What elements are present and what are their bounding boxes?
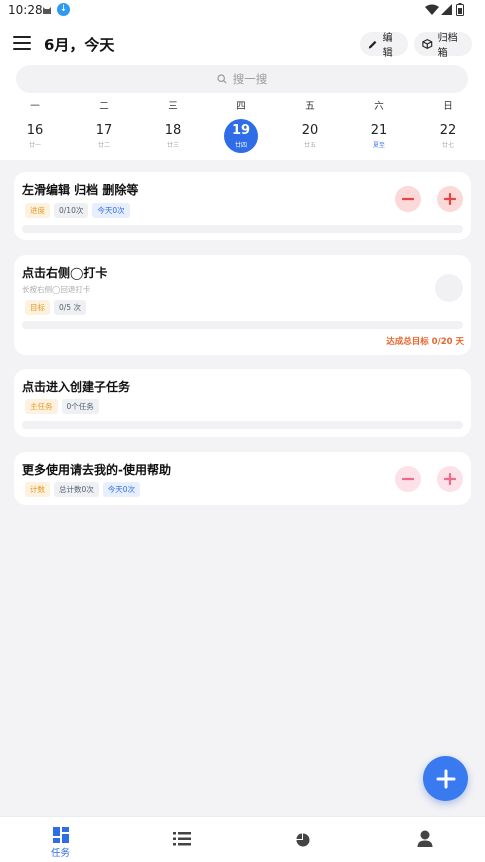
archive-label: 归档箱 (437, 33, 458, 59)
bottom-nav: 任务 (0, 816, 485, 862)
increment-button[interactable] (437, 186, 463, 212)
task-tags: 计数 总计数0次 今天0次 (25, 482, 141, 497)
progress-bar (22, 321, 463, 329)
task-tag: 目标 (25, 300, 50, 315)
task-title: 更多使用请去我的-使用帮助 (22, 463, 171, 477)
weekday-label: 四 (236, 101, 246, 112)
task-tag: 总计数0次 (54, 482, 99, 497)
progress-bar (22, 421, 463, 429)
calendar-day[interactable]: 五 20 廿五 (290, 100, 330, 149)
signal-icon (441, 4, 452, 15)
lunar-date: 廿四 (234, 142, 247, 149)
tab-list[interactable] (121, 817, 242, 862)
task-card[interactable]: 点击右侧◯打卡 长按右侧◯回退打卡 目标 0/5 次 达成总目标 0/20 天 (14, 255, 471, 355)
decrement-button[interactable] (395, 186, 421, 212)
task-card[interactable]: 更多使用请去我的-使用帮助 计数 总计数0次 今天0次 (14, 452, 471, 505)
cat-icon (43, 7, 51, 14)
edit-button[interactable]: 编辑 (360, 32, 408, 59)
lunar-date: 廿二 (97, 142, 110, 149)
lunar-date: 廿三 (166, 142, 179, 149)
minus-icon (402, 197, 414, 201)
calendar-day[interactable]: 一 16 廿一 (15, 100, 55, 149)
pencil-icon (368, 40, 377, 48)
day-number: 21 (370, 123, 388, 138)
goal-progress: 达成总目标 0/20 天 (386, 337, 464, 347)
day-number: 22 (439, 123, 457, 138)
task-tags: 目标 0/5 次 (25, 300, 86, 315)
weekday-label: 五 (305, 101, 315, 112)
task-tag: 今天0次 (102, 482, 141, 497)
task-tags: 主任务 0个任务 (25, 399, 99, 414)
edit-label: 编辑 (382, 33, 393, 59)
minus-icon (402, 477, 414, 481)
task-tag: 计数 (25, 482, 50, 497)
page-title: 6月，今天 (44, 36, 115, 54)
weekday-label: 二 (99, 101, 109, 112)
calendar-day-selected[interactable]: 四 19 廿四 (221, 100, 261, 153)
app-header: 6月，今天 编辑 归档箱 (0, 30, 485, 60)
calendar-day[interactable]: 日 22 廿七 (428, 100, 468, 149)
progress-bar (22, 225, 463, 233)
status-bar: 10:28 ↓ (0, 0, 485, 20)
calendar-day[interactable]: 二 17 廿二 (84, 100, 124, 149)
search-input[interactable]: 搜一搜 (16, 65, 468, 93)
box-icon (422, 38, 433, 50)
plus-icon (444, 473, 456, 485)
wifi-icon (425, 4, 439, 15)
task-tag: 0/10次 (54, 203, 89, 218)
calendar-day[interactable]: 三 18 廿三 (153, 100, 193, 149)
plus-icon (444, 193, 456, 205)
add-task-button[interactable] (423, 756, 468, 801)
task-tag: 今天0次 (92, 203, 130, 218)
lunar-date: 廿五 (303, 142, 316, 149)
check-in-button[interactable] (435, 274, 463, 302)
archive-button[interactable]: 归档箱 (414, 32, 472, 59)
increment-button[interactable] (437, 466, 463, 492)
day-number: 16 (26, 123, 44, 138)
day-number: 20 (301, 123, 319, 138)
task-card[interactable]: 点击进入创建子任务 主任务 0个任务 (14, 369, 471, 437)
weekday-label: 三 (168, 101, 178, 112)
weekday-label: 六 (374, 101, 384, 112)
battery-icon (456, 3, 464, 16)
list-icon (172, 832, 191, 846)
status-time: 10:28 (8, 3, 43, 17)
task-tag: 进度 (25, 203, 50, 218)
task-tag: 主任务 (25, 399, 58, 414)
menu-icon[interactable] (13, 36, 31, 52)
lunar-date: 夏至 (372, 142, 385, 149)
lunar-date: 廿一 (28, 142, 41, 149)
task-tag: 0/5 次 (54, 300, 86, 315)
week-calendar: 一 16 廿一 二 17 廿二 三 18 廿三 四 19 廿四 五 20 廿五 … (0, 100, 485, 158)
task-title: 点击右侧◯打卡 (22, 266, 108, 280)
task-card[interactable]: 左滑编辑 归档 删除等 进度 0/10次 今天0次 (14, 172, 471, 240)
person-icon (417, 830, 432, 847)
tab-tasks-label: 任务 (50, 848, 70, 859)
tab-tasks[interactable]: 任务 (0, 817, 121, 862)
weekday-label: 一 (30, 101, 40, 112)
plus-icon (436, 769, 455, 788)
lunar-date: 廿七 (441, 142, 454, 149)
task-title: 左滑编辑 归档 删除等 (22, 183, 139, 197)
weekday-label: 日 (443, 101, 453, 112)
day-number: 19 (231, 123, 251, 138)
dashboard-icon (52, 827, 69, 843)
download-icon: ↓ (57, 3, 70, 16)
task-tag: 0个任务 (61, 399, 99, 414)
search-placeholder: 搜一搜 (232, 72, 268, 86)
day-number: 18 (164, 123, 182, 138)
search-icon (217, 74, 227, 84)
decrement-button[interactable] (395, 466, 421, 492)
day-number: 17 (95, 123, 113, 138)
task-title: 点击进入创建子任务 (22, 380, 131, 394)
calendar-day[interactable]: 六 21 夏至 (359, 100, 399, 149)
task-tags: 进度 0/10次 今天0次 (25, 203, 130, 218)
pie-chart-icon (296, 833, 309, 847)
task-subtitle: 长按右侧◯回退打卡 (22, 285, 91, 294)
tab-profile[interactable] (364, 817, 485, 862)
tab-stats[interactable] (242, 817, 363, 862)
